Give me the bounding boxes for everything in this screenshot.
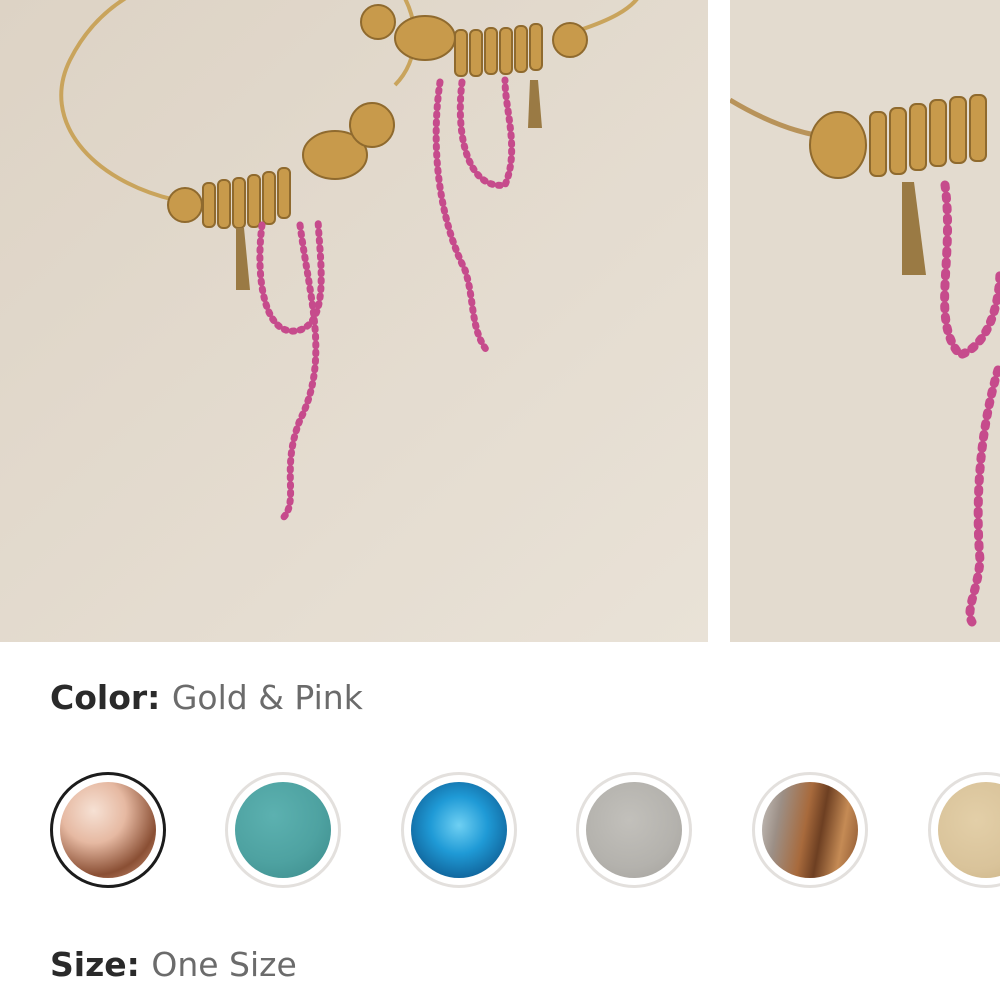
size-label: Size: xyxy=(50,945,152,984)
color-swatch-bronze[interactable] xyxy=(752,772,868,888)
earrings-photo xyxy=(0,0,708,642)
earrings-detail-photo xyxy=(730,0,1000,642)
product-image-main[interactable] xyxy=(0,0,708,642)
turquoise-swatch-image xyxy=(411,782,507,878)
color-value: Gold & Pink xyxy=(171,678,363,717)
champagne-swatch-image xyxy=(938,782,1000,878)
product-image-gallery xyxy=(0,0,1000,642)
teal-swatch-image xyxy=(235,782,331,878)
color-swatch-turquoise[interactable] xyxy=(401,772,517,888)
product-image-secondary[interactable] xyxy=(730,0,1000,642)
size-option-row: Size: One Size xyxy=(50,945,297,984)
size-value: One Size xyxy=(151,945,297,984)
gold-pink-swatch-image xyxy=(60,782,156,878)
color-option-row: Color: Gold & Pink xyxy=(50,678,363,717)
color-swatch-champagne[interactable] xyxy=(928,772,1000,888)
color-swatch-silver[interactable] xyxy=(576,772,692,888)
color-swatch-teal[interactable] xyxy=(225,772,341,888)
silver-swatch-image xyxy=(586,782,682,878)
color-label: Color: xyxy=(50,678,172,717)
bronze-swatch-image xyxy=(762,782,858,878)
color-swatch-gold-pink[interactable] xyxy=(50,772,166,888)
